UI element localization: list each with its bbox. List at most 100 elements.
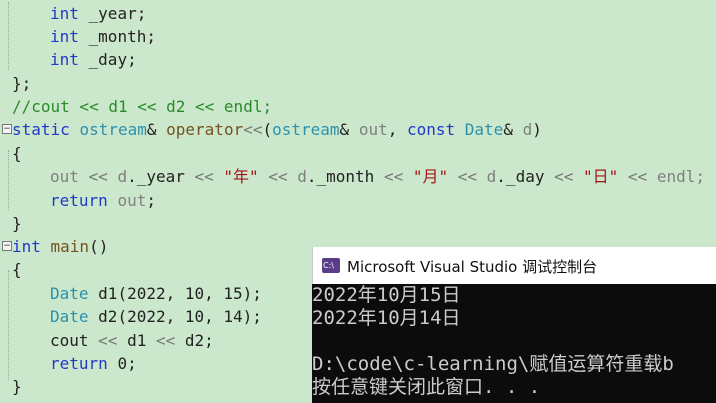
code-text: int _year;	[50, 2, 146, 25]
code-token: <<	[457, 167, 487, 186]
code-token: d	[522, 120, 533, 139]
code-token: Date	[464, 120, 504, 139]
code-token: <<	[98, 331, 128, 350]
code-token: <<	[627, 167, 657, 186]
code-text: int _month;	[50, 25, 156, 48]
code-token: _day;	[78, 50, 137, 69]
code-line[interactable]: int _year;	[0, 2, 716, 25]
code-text: }	[12, 212, 22, 235]
code-token: return	[50, 354, 118, 373]
code-token: "月"	[412, 167, 458, 186]
code-token: d2(2022, 10, 14);	[98, 307, 262, 326]
code-token: };	[12, 74, 32, 93]
code-token: int	[50, 27, 79, 46]
debug-console-window[interactable]: C:\ Microsoft Visual Studio 调试控制台 2022年1…	[312, 247, 716, 403]
code-token: ;	[146, 191, 156, 210]
code-token: Date	[50, 284, 99, 303]
console-output: 2022年10月15日 2022年10月14日 D:\code\c-learni…	[312, 284, 716, 403]
console-line: 2022年10月15日	[312, 284, 461, 306]
code-text: }	[12, 375, 22, 398]
code-token: const	[406, 120, 465, 139]
code-token: ostream	[79, 120, 147, 139]
indent-guide	[8, 270, 9, 380]
code-token: //cout << d1 << d2 << endl;	[12, 97, 273, 116]
code-text: out << d._year << "年" << d._month << "月"…	[50, 165, 705, 188]
code-token: Date	[50, 307, 99, 326]
code-token: cout	[50, 331, 99, 350]
indent-guide	[8, 150, 9, 210]
code-token: <<	[268, 167, 298, 186]
code-token: )	[532, 120, 542, 139]
code-token: }	[12, 214, 22, 233]
code-token: main	[50, 237, 90, 256]
code-text: return 0;	[50, 352, 137, 375]
code-token: out	[358, 120, 388, 139]
fold-collapse-icon[interactable]: −	[2, 124, 12, 134]
code-line[interactable]: }	[0, 212, 716, 235]
console-app-icon: C:\	[322, 258, 340, 273]
code-token: operator	[166, 120, 244, 139]
code-token: static	[12, 120, 80, 139]
code-token: int	[50, 50, 79, 69]
code-token: <<	[155, 331, 185, 350]
code-token: "年"	[223, 167, 269, 186]
code-token: d	[297, 167, 307, 186]
code-token: ostream	[272, 120, 340, 139]
code-text: int _day;	[50, 48, 137, 71]
code-token: <<	[554, 167, 583, 186]
code-text: int main()	[12, 235, 108, 258]
code-token: {	[12, 260, 22, 279]
code-text: return out;	[50, 189, 156, 212]
code-text: cout << d1 << d2;	[50, 329, 214, 352]
code-token: <<	[88, 167, 118, 186]
code-line[interactable]: return out;	[0, 189, 716, 212]
code-token: _month;	[78, 27, 156, 46]
code-line[interactable]: out << d._year << "年" << d._month << "月"…	[0, 165, 716, 188]
console-title: Microsoft Visual Studio 调试控制台	[347, 258, 598, 276]
code-token: d1	[127, 331, 156, 350]
code-token: out	[50, 167, 89, 186]
code-token: (	[262, 120, 273, 139]
code-token: int	[50, 4, 79, 23]
code-token: <<	[383, 167, 413, 186]
code-token: return	[50, 191, 118, 210]
code-text: //cout << d1 << d2 << endl;	[12, 95, 272, 118]
code-text: {	[12, 258, 22, 281]
code-token: 0;	[117, 354, 137, 373]
code-token: &	[339, 120, 359, 139]
code-token: int	[12, 237, 51, 256]
code-token: d	[486, 167, 497, 186]
code-token: {	[12, 144, 22, 163]
indent-guide	[8, 2, 9, 70]
code-token: &	[503, 120, 523, 139]
code-token: ._year	[127, 167, 195, 186]
code-token: ._month	[306, 167, 384, 186]
code-text: };	[12, 72, 31, 95]
code-text: {	[12, 142, 22, 165]
code-line[interactable]: {	[0, 142, 716, 165]
code-token: ()	[89, 237, 109, 256]
code-token: out	[117, 191, 147, 210]
code-line[interactable]: //cout << d1 << d2 << endl;	[0, 95, 716, 118]
console-line: 按任意键关闭此窗口. . .	[312, 376, 541, 398]
code-token: }	[12, 377, 22, 396]
code-line[interactable]: int _day;	[0, 48, 716, 71]
code-token: d2;	[184, 331, 214, 350]
code-token: ,	[387, 120, 407, 139]
code-token: d	[117, 167, 128, 186]
code-token: <<	[194, 167, 224, 186]
code-token: ._day	[496, 167, 555, 186]
code-line[interactable]: int _month;	[0, 25, 716, 48]
code-token: _year;	[78, 4, 147, 23]
console-line: 2022年10月14日	[312, 307, 461, 329]
code-text: Date d2(2022, 10, 14);	[50, 305, 262, 328]
code-text: Date d1(2022, 10, 15);	[50, 282, 262, 305]
code-token: endl;	[656, 167, 705, 186]
code-token: d1(2022, 10, 15);	[98, 284, 262, 303]
code-line[interactable]: };	[0, 72, 716, 95]
console-title-bar[interactable]: C:\ Microsoft Visual Studio 调试控制台	[312, 247, 716, 284]
console-line: D:\code\c-learning\赋值运算符重载b	[312, 353, 674, 375]
fold-collapse-icon[interactable]: −	[2, 241, 12, 251]
code-line[interactable]: − static ostream& operator<<(ostream& out…	[0, 118, 716, 141]
code-token: "日"	[583, 167, 628, 186]
